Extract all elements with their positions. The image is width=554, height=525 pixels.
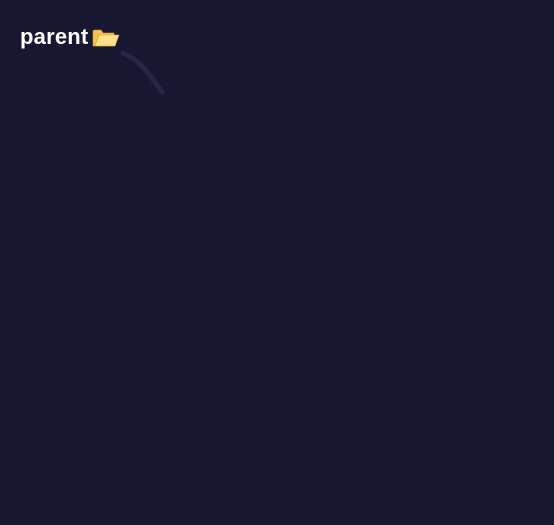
tree-canvas: parent — [0, 0, 554, 525]
node-label: parent — [20, 24, 88, 50]
tree-connector — [120, 50, 180, 110]
tree-node-parent[interactable]: parent — [20, 24, 118, 50]
open-folder-icon — [92, 27, 118, 47]
